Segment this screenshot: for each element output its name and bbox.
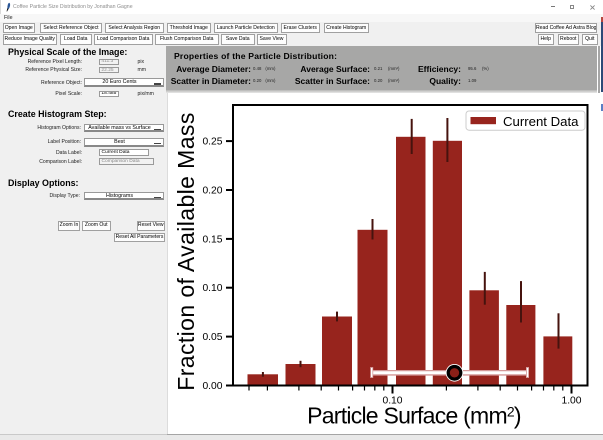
svg-text:0.00: 0.00 bbox=[202, 381, 222, 392]
svg-text:0.15: 0.15 bbox=[202, 234, 222, 245]
svg-text:0.05: 0.05 bbox=[202, 332, 222, 343]
svg-text:Current Data: Current Data bbox=[503, 114, 579, 129]
svg-text:Particle Surface (mm2): Particle Surface (mm2) bbox=[307, 403, 521, 429]
svg-text:0.10: 0.10 bbox=[202, 283, 222, 294]
svg-text:0.25: 0.25 bbox=[202, 137, 222, 148]
svg-text:0.20: 0.20 bbox=[202, 186, 222, 197]
svg-text:1.00: 1.00 bbox=[561, 396, 581, 407]
svg-text:Fraction of Available Mass: Fraction of Available Mass bbox=[173, 112, 199, 390]
